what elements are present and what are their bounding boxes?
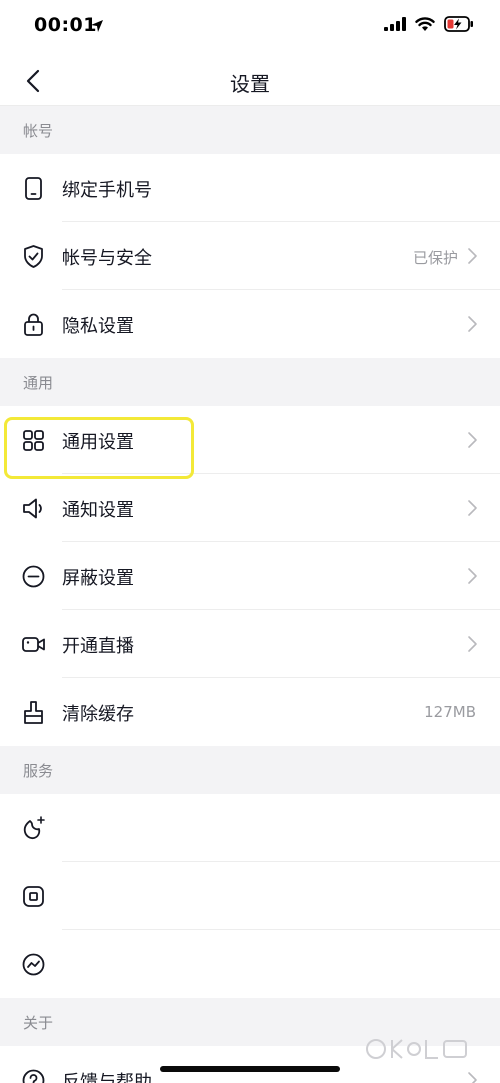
section-title: 关于	[23, 1014, 54, 1032]
chevron-right-icon	[468, 636, 477, 652]
chevron-right-icon	[468, 316, 477, 332]
status-indicators	[384, 16, 474, 32]
shield-check-icon	[24, 245, 43, 268]
phone-icon	[25, 177, 42, 200]
minus-circle-icon	[22, 565, 45, 588]
brush-icon	[24, 701, 43, 724]
section-title: 服务	[23, 762, 54, 780]
chevron-right-icon	[468, 432, 477, 448]
grid-icon	[23, 430, 44, 451]
row-label: 通用设置	[62, 432, 134, 453]
chevron-right-icon	[468, 568, 477, 584]
question-circle-icon	[22, 1069, 45, 1083]
page-title: 设置	[230, 72, 270, 96]
row-live[interactable]: 开通直播	[0, 610, 500, 678]
chevron-right-icon	[468, 500, 477, 516]
row-label: 清除缓存	[62, 704, 134, 725]
cache-size-value: 127MB	[424, 703, 476, 721]
nav-bar: 设置	[0, 56, 500, 106]
square-box-icon	[23, 886, 44, 907]
chevron-right-icon	[468, 1072, 477, 1083]
section-header-account: 帐号	[0, 106, 500, 154]
section-header-service: 服务	[0, 746, 500, 794]
sparkle-icon	[23, 816, 45, 840]
row-label: 隐私设置	[62, 316, 134, 337]
speaker-icon	[23, 498, 42, 519]
location-arrow-icon	[91, 20, 103, 32]
row-notification[interactable]: 通知设置	[0, 474, 500, 542]
chevron-right-icon	[468, 248, 477, 264]
row-service-1[interactable]	[0, 794, 500, 862]
row-label: 通知设置	[62, 500, 134, 521]
row-privacy[interactable]: 隐私设置	[0, 290, 500, 358]
row-account-security[interactable]: 帐号与安全 已保护	[0, 222, 500, 290]
row-label: 开通直播	[62, 636, 134, 657]
wifi-icon	[415, 16, 435, 31]
row-block[interactable]: 屏蔽设置	[0, 542, 500, 610]
status-time: 00:01	[34, 14, 97, 36]
lock-icon	[24, 313, 43, 336]
section-title: 通用	[23, 374, 54, 392]
row-clear-cache[interactable]: 清除缓存 127MB	[0, 678, 500, 746]
row-service-3[interactable]	[0, 930, 500, 998]
trend-circle-icon	[22, 953, 45, 976]
row-label: 绑定手机号	[62, 180, 152, 201]
status-value: 已保护	[412, 249, 458, 267]
home-indicator[interactable]	[160, 1066, 340, 1072]
signal-icon	[384, 17, 406, 31]
row-service-2[interactable]	[0, 862, 500, 930]
watermark-logo-icon	[366, 1039, 467, 1059]
row-label: 帐号与安全	[62, 248, 152, 269]
row-label: 反馈与帮助	[62, 1072, 152, 1083]
battery-charging-icon	[444, 16, 473, 32]
section-header-general: 通用	[0, 358, 500, 406]
status-bar: 00:01	[0, 0, 500, 56]
video-camera-icon	[22, 637, 45, 652]
row-label: 屏蔽设置	[62, 568, 134, 589]
row-bind-phone[interactable]: 绑定手机号	[0, 154, 500, 222]
section-title: 帐号	[23, 122, 54, 140]
row-general-settings[interactable]: 通用设置	[0, 406, 500, 474]
